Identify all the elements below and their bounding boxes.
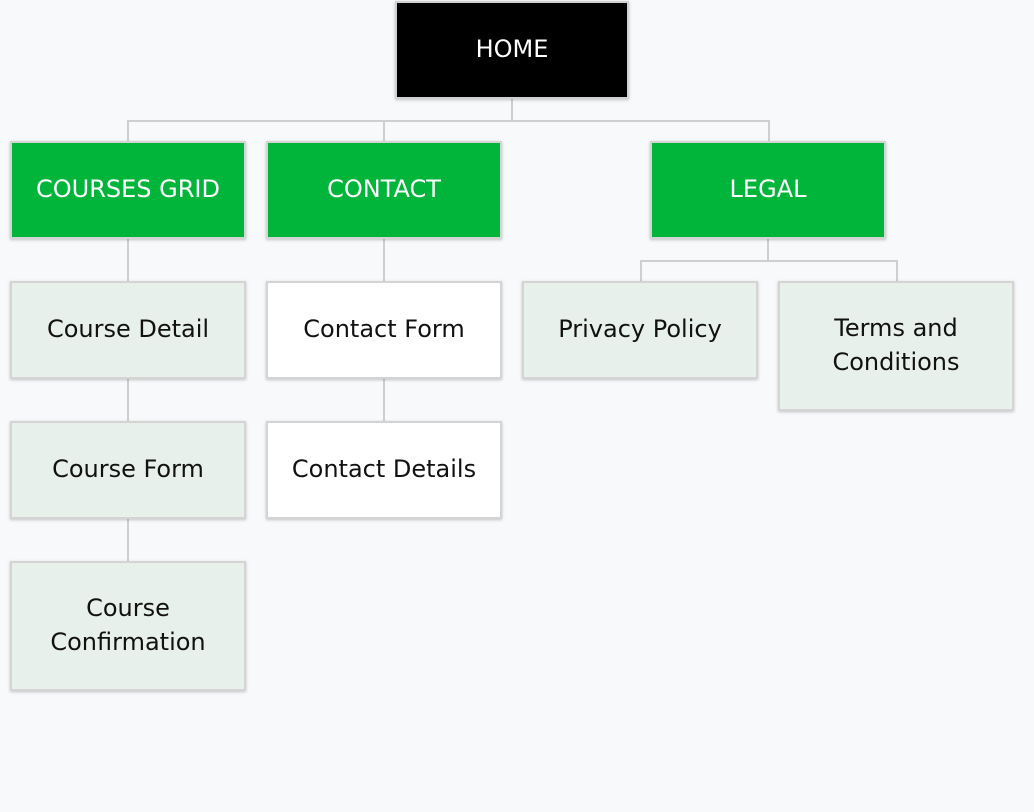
node-course-form[interactable]: Course Form	[10, 421, 246, 519]
node-courses-grid[interactable]: COURSES GRID	[10, 141, 246, 239]
node-contact-details-label: Contact Details	[291, 455, 477, 484]
node-contact-form-label: Contact Form	[303, 315, 465, 344]
node-home-label: HOME	[475, 35, 549, 64]
node-course-confirmation[interactable]: Course Confirmation	[10, 561, 246, 691]
node-contact[interactable]: CONTACT	[266, 141, 502, 239]
node-legal-label: LEGAL	[729, 175, 807, 204]
node-contact-label: CONTACT	[327, 175, 441, 204]
node-courses-grid-label: COURSES GRID	[36, 175, 220, 204]
node-course-confirmation-label: Course Confirmation	[50, 594, 206, 656]
node-privacy-policy-label: Privacy Policy	[558, 315, 722, 344]
node-contact-details[interactable]: Contact Details	[266, 421, 502, 519]
node-legal[interactable]: LEGAL	[650, 141, 886, 239]
node-course-detail[interactable]: Course Detail	[10, 281, 246, 379]
node-course-detail-label: Course Detail	[46, 315, 210, 344]
node-terms-and-conditions[interactable]: Terms and Conditions	[778, 281, 1014, 411]
node-course-form-label: Course Form	[52, 455, 204, 484]
node-privacy-policy[interactable]: Privacy Policy	[522, 281, 758, 379]
node-terms-and-conditions-label: Terms and Conditions	[832, 314, 960, 376]
node-home[interactable]: HOME	[395, 1, 629, 99]
sitemap-diagram: HOME COURSES GRID CONTACT LEGAL Course D…	[0, 0, 1034, 812]
node-contact-form[interactable]: Contact Form	[266, 281, 502, 379]
